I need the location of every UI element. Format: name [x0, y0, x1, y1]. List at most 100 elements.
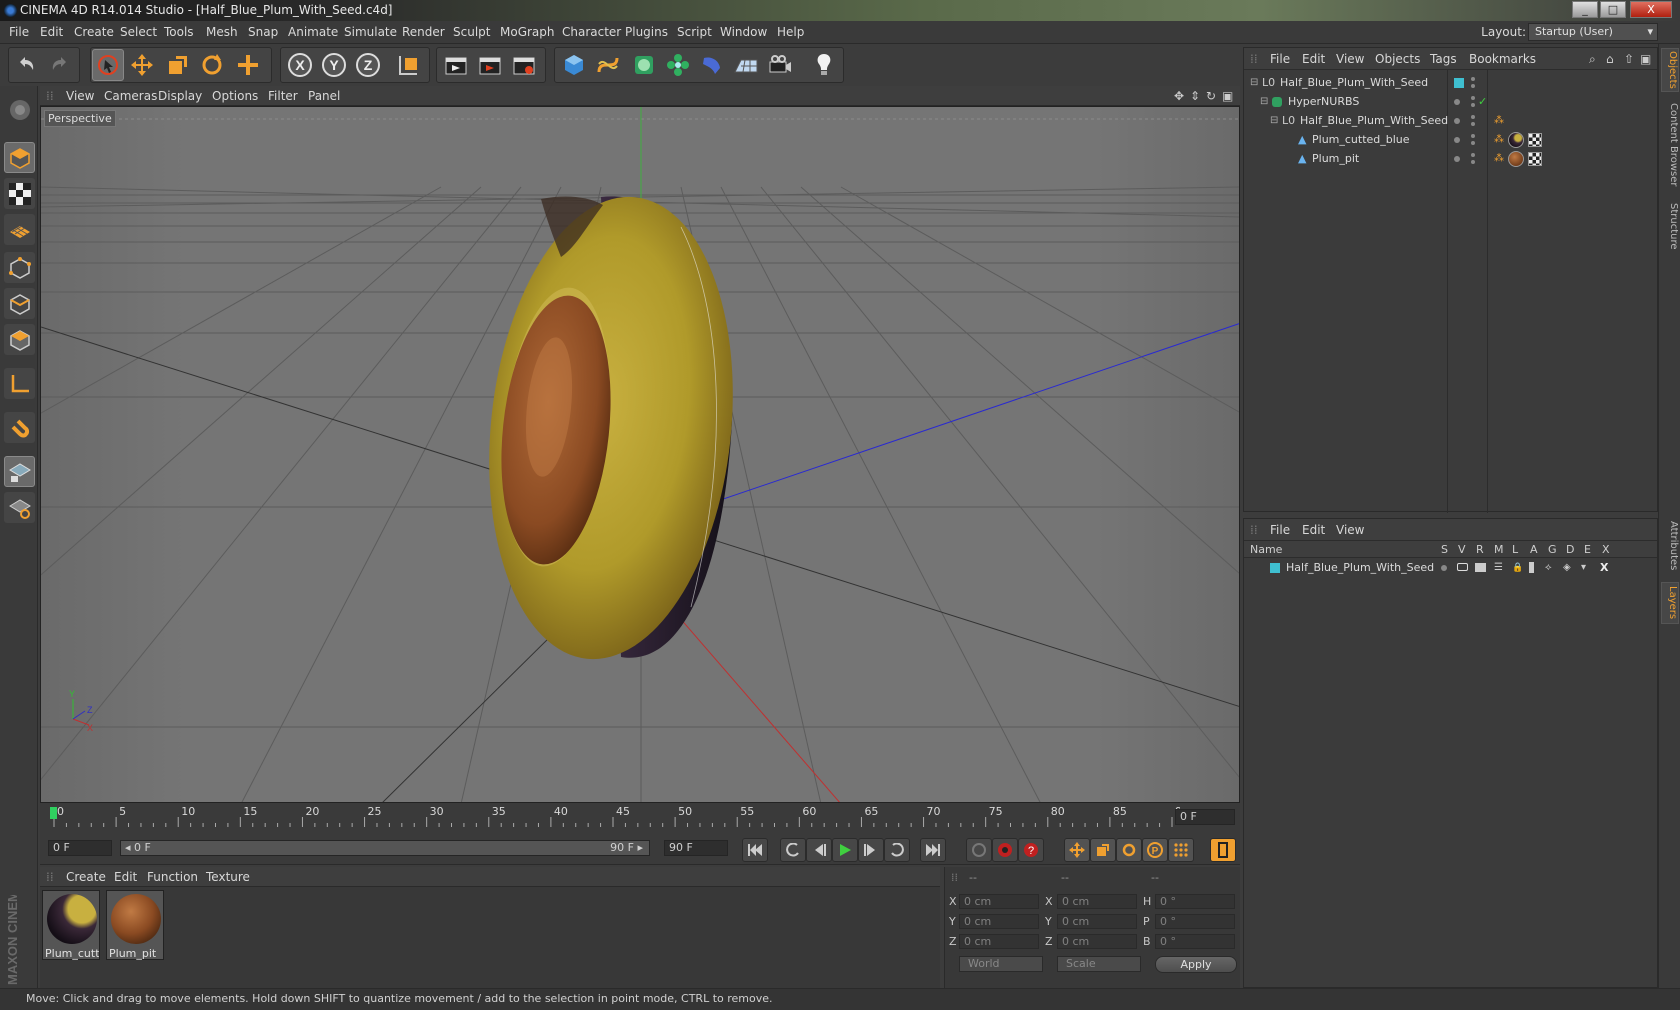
recent-tool-icon[interactable]	[232, 49, 264, 81]
lock-y-icon[interactable]: Y	[318, 49, 350, 81]
render-settings-icon[interactable]	[508, 49, 540, 81]
cube-icon[interactable]	[558, 49, 590, 81]
layer-dot-icon[interactable]	[1454, 156, 1460, 162]
scale-icon[interactable]	[162, 49, 194, 81]
play-icon[interactable]	[832, 838, 858, 862]
menu-render[interactable]: Render	[402, 25, 445, 39]
locked-workplane-icon[interactable]	[4, 492, 35, 523]
vp-menu-cameras[interactable]: Cameras	[104, 89, 157, 103]
axis-mode-icon[interactable]	[4, 368, 35, 399]
live-selection-icon[interactable]	[92, 49, 124, 81]
manager-icon[interactable]: ☰	[1494, 559, 1503, 577]
menu-window[interactable]: Window	[720, 25, 767, 39]
column-name[interactable]: Name	[1250, 543, 1282, 556]
visibility-editor-icon[interactable]	[1471, 77, 1475, 81]
visibility-editor-icon[interactable]	[1471, 96, 1475, 100]
vp-menu-filter[interactable]: Filter	[268, 89, 298, 103]
generator-icon[interactable]: ⟡	[1545, 559, 1552, 577]
phong-tag-icon[interactable]: ⁂	[1494, 111, 1504, 131]
phong-tag-icon[interactable]: ⁂	[1494, 149, 1504, 169]
render-clapper-icon[interactable]	[1475, 563, 1486, 572]
workplane-lock-icon[interactable]	[4, 456, 35, 487]
close-button[interactable]: X	[1630, 1, 1672, 18]
key-scale-icon[interactable]	[1090, 838, 1116, 862]
layer-menu-edit[interactable]: Edit	[1302, 523, 1325, 537]
render-view-icon[interactable]	[440, 49, 472, 81]
collapse-icon[interactable]: ⊟	[1260, 92, 1268, 112]
light-icon[interactable]	[808, 49, 840, 81]
object-row[interactable]: ⊟ L0 Half_Blue_Plum_With_Seed	[1244, 73, 1657, 93]
column-locked[interactable]: L	[1512, 543, 1518, 556]
menu-sculpt[interactable]: Sculpt	[453, 25, 490, 39]
lock-x-icon[interactable]: X	[284, 49, 316, 81]
size-mode-select[interactable]: Scale	[1057, 956, 1141, 972]
rotate-icon[interactable]	[196, 49, 228, 81]
animation-icon[interactable]	[1529, 562, 1534, 573]
layer-menu-file[interactable]: File	[1270, 523, 1290, 537]
menu-create[interactable]: Create	[74, 25, 114, 39]
layer-color-icon[interactable]	[1270, 563, 1280, 573]
redo-icon[interactable]	[44, 49, 76, 81]
perspective-viewport[interactable]: Y X Z Perspective	[40, 106, 1240, 803]
rotation-p-field[interactable]: 0 °	[1155, 914, 1235, 929]
render-picture-viewer-icon[interactable]	[474, 49, 506, 81]
visibility-render-icon[interactable]	[1471, 103, 1475, 107]
scene-floor-icon[interactable]	[730, 49, 762, 81]
menu-edit[interactable]: Edit	[40, 25, 63, 39]
go-to-start-icon[interactable]	[742, 838, 768, 862]
menu-select[interactable]: Select	[120, 25, 157, 39]
new-window-icon[interactable]: ▣	[1640, 52, 1651, 66]
uvw-tag-icon[interactable]	[1528, 152, 1542, 166]
menu-animate[interactable]: Animate	[288, 25, 338, 39]
menu-tools[interactable]: Tools	[164, 25, 194, 39]
view-eye-icon[interactable]	[1457, 563, 1468, 571]
layer-row[interactable]: Half_Blue_Plum_With_Seed ☰ 🔒 ⟡ ◈ ▾ X	[1244, 559, 1657, 577]
range-slider[interactable]: ◂ 0 F 90 F ▸	[120, 840, 650, 856]
rotate-view-icon[interactable]: ↻	[1206, 89, 1216, 103]
autokeying-icon[interactable]: ?	[1018, 838, 1044, 862]
material-tag-icon[interactable]	[1508, 151, 1524, 167]
obj-menu-edit[interactable]: Edit	[1302, 52, 1325, 66]
collapse-icon[interactable]: ⊟	[1250, 73, 1258, 93]
column-deformers[interactable]: D	[1566, 543, 1574, 556]
maximize-button[interactable]: □	[1600, 1, 1626, 18]
vp-menu-view[interactable]: View	[66, 89, 94, 103]
spline-icon[interactable]	[592, 49, 624, 81]
zoom-view-icon[interactable]: ⇕	[1190, 89, 1200, 103]
go-to-end-icon[interactable]	[920, 838, 946, 862]
obj-menu-file[interactable]: File	[1270, 52, 1290, 66]
key-parameter-icon[interactable]: P	[1142, 838, 1168, 862]
uvw-tag-icon[interactable]	[1528, 133, 1542, 147]
menu-plugins[interactable]: Plugins	[625, 25, 668, 39]
playhead[interactable]	[50, 807, 57, 819]
position-y-field[interactable]: 0 cm	[959, 914, 1039, 929]
start-frame-field[interactable]: 0 F	[48, 840, 112, 856]
texture-mode-icon[interactable]	[4, 178, 35, 209]
model-mode-icon[interactable]	[4, 142, 35, 173]
material-swatch[interactable]: Plum_cutte	[42, 890, 100, 960]
column-solo[interactable]: S	[1441, 543, 1448, 556]
tab-attributes[interactable]: Attributes	[1661, 516, 1679, 576]
apply-button[interactable]: Apply	[1155, 956, 1237, 973]
position-z-field[interactable]: 0 cm	[959, 934, 1039, 949]
coordinate-space-select[interactable]: World	[959, 956, 1043, 972]
enabled-check-icon[interactable]: ✓	[1478, 92, 1487, 112]
previous-key-icon[interactable]	[780, 838, 806, 862]
snap-magnet-icon[interactable]	[4, 412, 35, 443]
column-generators[interactable]: G	[1548, 543, 1557, 556]
mat-menu-create[interactable]: Create	[66, 870, 106, 884]
vp-menu-display[interactable]: Display	[158, 89, 202, 103]
undo-icon[interactable]	[10, 49, 42, 81]
visibility-editor-icon[interactable]	[1471, 115, 1475, 119]
visibility-render-icon[interactable]	[1471, 160, 1475, 164]
obj-menu-tags[interactable]: Tags	[1430, 52, 1457, 66]
rotation-b-field[interactable]: 0 °	[1155, 934, 1235, 949]
xref-icon[interactable]: X	[1600, 559, 1608, 577]
visibility-editor-icon[interactable]	[1471, 134, 1475, 138]
mat-menu-edit[interactable]: Edit	[114, 870, 137, 884]
array-icon[interactable]	[662, 49, 694, 81]
tab-layers[interactable]: Layers	[1661, 582, 1679, 624]
menu-mesh[interactable]: Mesh	[206, 25, 238, 39]
polygons-mode-icon[interactable]	[4, 324, 35, 355]
layout-select[interactable]: Startup (User)	[1528, 23, 1658, 41]
